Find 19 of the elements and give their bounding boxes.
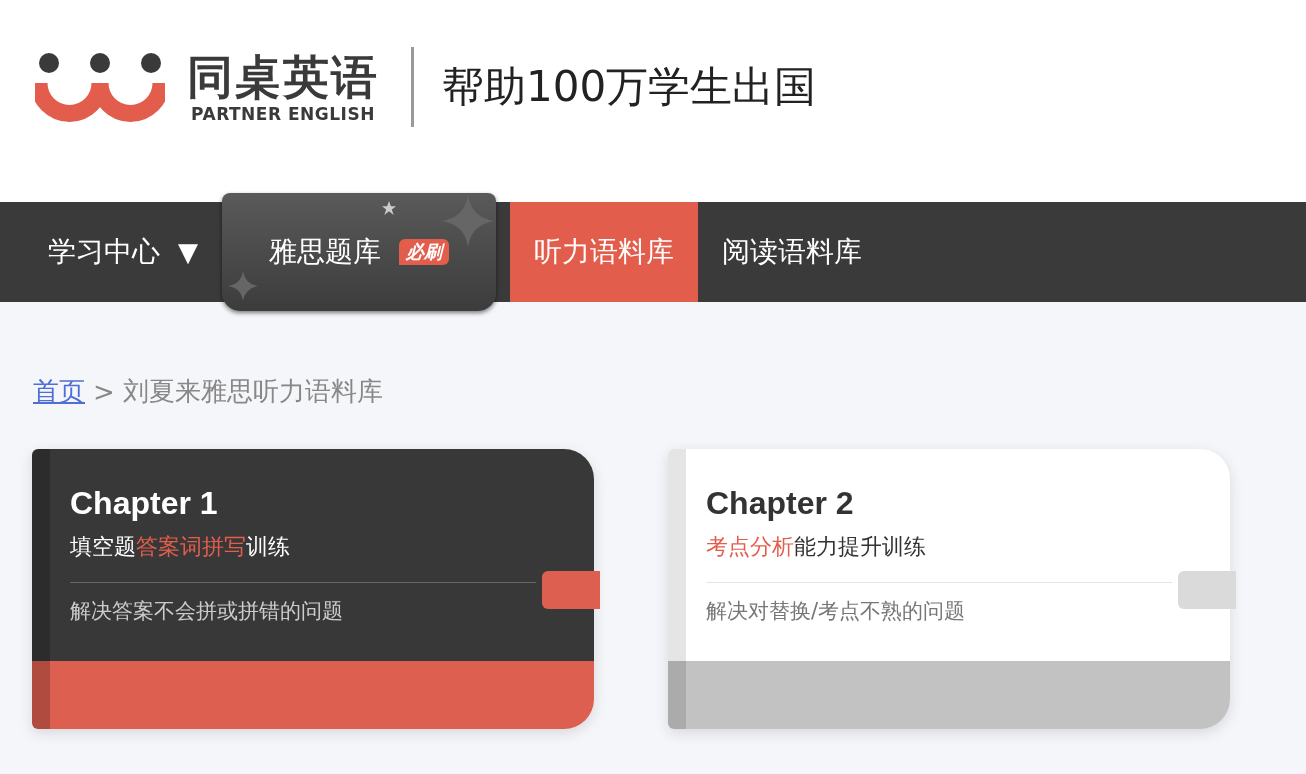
- tagline: 帮助100万学生出国: [442, 61, 817, 113]
- home-link[interactable]: 首页: [33, 374, 85, 409]
- sparkle-icon: [228, 271, 258, 301]
- breadcrumb-current: 刘夏来雅思听力语料库: [122, 375, 383, 408]
- chapter-title: Chapter 2: [706, 485, 855, 522]
- nav-menu[interactable]: 学习中心 ▼: [24, 202, 222, 302]
- nav-tab[interactable]: 阅读语料库: [698, 202, 886, 302]
- chapter-subtitle: 考点分析能力提升训练: [706, 533, 927, 561]
- chapter-title: Chapter 1: [70, 485, 219, 522]
- breadcrumb-separator: >: [93, 376, 115, 407]
- badge: 必刷: [399, 239, 449, 265]
- nav-tab[interactable]: 听力语料库: [510, 202, 698, 302]
- logo-subtitle: PARTNER ENGLISH: [191, 104, 375, 124]
- chapter-description: 解决对替换/考点不熟的问题: [706, 598, 967, 625]
- logo-text: 同桌英语: [187, 50, 379, 104]
- chapter-subtitle: 填空题答案词拼写训练: [70, 533, 291, 561]
- star-icon: [382, 201, 396, 215]
- chapter-description: 解决答案不会拼或拼错的问题: [70, 598, 344, 625]
- nav-tab[interactable]: 雅思题库 必刷: [222, 193, 496, 311]
